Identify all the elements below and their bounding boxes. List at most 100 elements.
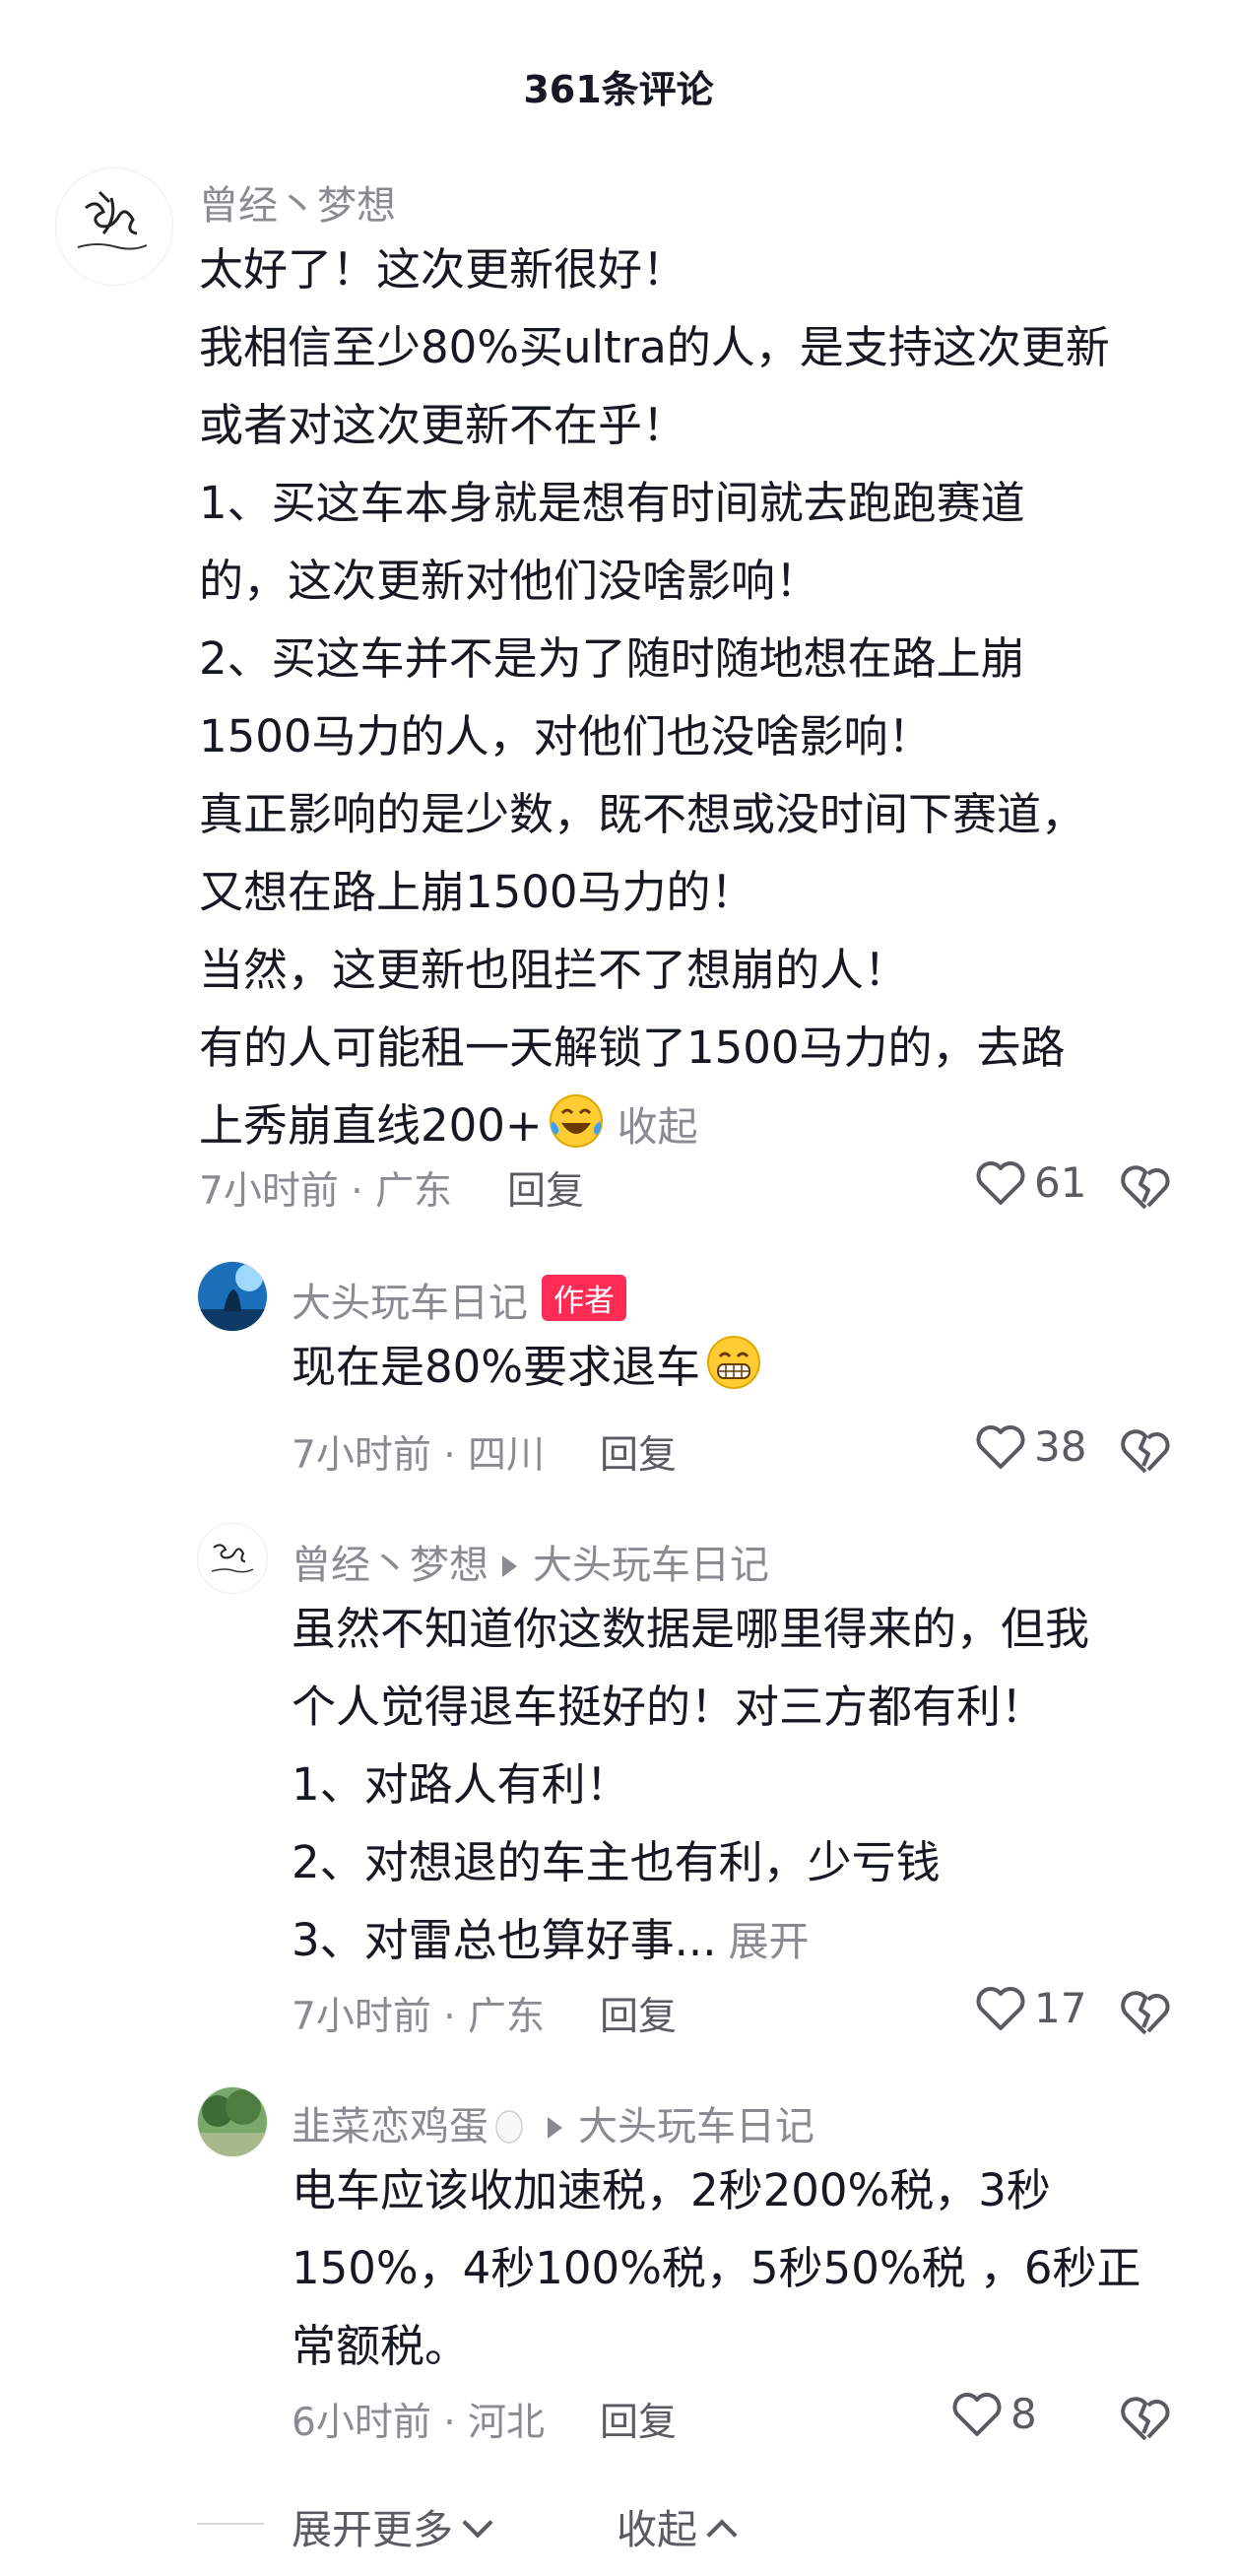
meta-dot: · <box>430 2401 469 2445</box>
dislike-button[interactable] <box>1119 1426 1172 1476</box>
reply-to-name[interactable]: 大头玩车日记 <box>533 1543 769 1588</box>
reply-meta: 7小时前 · 广东 回复 <box>292 1986 677 2041</box>
reply-button[interactable]: 回复 <box>507 1169 584 1214</box>
comment-time: 7小时前 <box>199 1169 339 1214</box>
heart-icon <box>976 1160 1025 1205</box>
like-button[interactable]: 61 <box>975 1158 1086 1207</box>
reply-line: 2、对想退的车主也有利，少亏钱 <box>292 1836 941 1888</box>
expand-link[interactable]: 展开 <box>729 1918 810 1965</box>
reply-location: 广东 <box>468 1995 546 2039</box>
meta-dot: · <box>430 1995 469 2039</box>
broken-heart-icon <box>1121 1991 1170 2035</box>
divider <box>197 2523 264 2525</box>
reply-author[interactable]: 大头玩车日记 作者 <box>292 1271 626 1328</box>
comment-line: 有的人可能租一天解锁了1500马力的，去路 <box>199 1022 1066 1074</box>
heart-icon <box>976 1424 1025 1469</box>
dislike-button[interactable] <box>1119 1162 1172 1212</box>
comment-line: 1、买这车本身就是想有时间就去跑跑赛道 <box>199 477 1025 529</box>
reply-line: 3、对雷总也算好事... 展开 <box>292 1901 1207 1981</box>
avatar-image <box>198 1262 267 1331</box>
reply-avatar[interactable] <box>197 2086 268 2157</box>
reply-author[interactable]: 曾经丶梦想 大头玩车日记 <box>292 1533 769 1590</box>
heart-icon <box>952 2392 1002 2436</box>
avatar[interactable] <box>55 167 173 286</box>
comment-text: 太好了！这次更新很好！ 我相信至少80%买ultra的人，是支持这次更新 或者对… <box>199 231 1204 1166</box>
reply-line-text: 现在是80%要求退车 <box>292 1341 701 1393</box>
like-button[interactable]: 38 <box>975 1422 1086 1471</box>
reply-line: 现在是80%要求退车 <box>292 1328 1198 1406</box>
broken-heart-icon <box>1121 1165 1170 1210</box>
reply-meta: 6小时前 · 河北 回复 <box>292 2392 677 2447</box>
comment-author[interactable]: 曾经丶梦想 <box>199 173 396 231</box>
grinning-icon <box>707 1336 761 1389</box>
comment-line: 的，这次更新对他们没啥影响！ <box>199 555 820 607</box>
reply-line: 个人觉得退车挺好的！对三方都有利！ <box>292 1681 1046 1733</box>
meta-dot: · <box>430 1433 469 1478</box>
reply-button[interactable]: 回复 <box>600 2401 677 2445</box>
dislike-button[interactable] <box>1119 1988 1172 2037</box>
comment-location: 广东 <box>375 1169 453 1214</box>
meta-dot: · <box>338 1169 376 1214</box>
reply-author[interactable]: 韭菜恋鸡蛋 大头玩车日记 <box>292 2094 814 2151</box>
like-button[interactable]: 17 <box>975 1984 1086 2032</box>
collapse-link[interactable]: 收起 <box>618 1103 698 1151</box>
reply-button[interactable]: 回复 <box>600 1995 677 2039</box>
signature-avatar-image <box>198 1524 267 1593</box>
chevron-down-icon <box>462 2507 493 2539</box>
expand-more-button[interactable]: 展开更多 <box>292 2496 493 2555</box>
chevron-up-icon <box>706 2519 738 2550</box>
reply-meta: 7小时前 · 四川 回复 <box>292 1424 677 1480</box>
reply-text: 虽然不知道你这数据是哪里得来的，但我 个人觉得退车挺好的！对三方都有利！ 1、对… <box>292 1590 1207 1981</box>
reply-line: 虽然不知道你这数据是哪里得来的，但我 <box>292 1603 1090 1655</box>
reply-line: 150%，4秒100%税，5秒50%税 ，6秒正 <box>292 2242 1141 2294</box>
reply-line-text: 3、对雷总也算好事... <box>292 1914 717 1966</box>
like-count: 8 <box>1010 2390 1037 2438</box>
comment-meta: 7小时前 · 广东 回复 <box>199 1160 584 1216</box>
reply-author-name: 大头玩车日记 <box>292 1281 528 1326</box>
comment-line: 我相信至少80%买ultra的人，是支持这次更新 <box>199 321 1110 373</box>
broken-heart-icon <box>1121 2397 1170 2441</box>
reply-location: 四川 <box>468 1433 546 1478</box>
like-count: 38 <box>1034 1422 1087 1471</box>
reply-to-name[interactable]: 大头玩车日记 <box>578 2104 814 2149</box>
comment-line: 1500马力的人，对他们也没啥影响！ <box>199 710 933 762</box>
reply-author-name: 曾经丶梦想 <box>292 1543 488 1588</box>
like-count: 61 <box>1034 1158 1087 1207</box>
reply-location: 河北 <box>468 2401 546 2445</box>
broken-heart-icon <box>1121 1429 1170 1474</box>
author-badge: 作者 <box>542 1275 626 1321</box>
comment-line: 2、买这车并不是为了随时随地想在路上崩 <box>199 632 1025 685</box>
collapse-replies-button[interactable]: 收起 <box>617 2496 738 2555</box>
comment-line: 或者对这次更新不在乎！ <box>199 399 687 451</box>
comment-line: 太好了！这次更新很好！ <box>199 243 687 296</box>
reply-to-arrow-icon <box>502 1555 517 1577</box>
like-count: 17 <box>1034 1984 1087 2032</box>
laughing-tears-icon <box>549 1094 603 1148</box>
heart-icon <box>976 1986 1025 2030</box>
comment-line: 当然，这更新也阻拦不了想崩的人！ <box>199 944 909 996</box>
like-button[interactable]: 8 <box>951 2390 1037 2438</box>
comment-line: 真正影响的是少数，既不想或没时间下赛道， <box>199 788 1086 840</box>
comment-line: 又想在路上崩1500马力的！ <box>199 866 755 918</box>
egg-icon <box>495 2110 523 2144</box>
comment-line-last: 上秀崩直线200+ 收起 <box>199 1087 1204 1166</box>
reply-avatar[interactable] <box>197 1523 268 1594</box>
reply-time: 7小时前 <box>292 1995 431 2039</box>
reply-line: 电车应该收加速税，2秒200%税，3秒 <box>292 2164 1051 2216</box>
collapse-label: 收起 <box>617 2506 697 2553</box>
reply-text: 电车应该收加速税，2秒200%税，3秒 150%，4秒100%税，5秒50%税 … <box>292 2151 1207 2385</box>
reply-line: 常额税。 <box>292 2320 470 2372</box>
reply-time: 6小时前 <box>292 2401 431 2445</box>
dislike-button[interactable] <box>1119 2394 1172 2443</box>
avatar-image <box>198 2087 267 2156</box>
reply-button[interactable]: 回复 <box>600 1433 677 1478</box>
reply-time: 7小时前 <box>292 1433 431 1478</box>
reply-author-name: 韭菜恋鸡蛋 <box>292 2104 488 2149</box>
comments-count-title: 361条评论 <box>523 68 714 111</box>
reply-text: 现在是80%要求退车 <box>292 1328 1198 1406</box>
reply-line: 1、对路人有利！ <box>292 1758 630 1811</box>
signature-avatar-image <box>56 168 172 285</box>
reply-to-arrow-icon <box>548 2117 562 2139</box>
reply-avatar[interactable] <box>197 1261 268 1332</box>
comment-line-text: 上秀崩直线200+ <box>199 1099 543 1152</box>
